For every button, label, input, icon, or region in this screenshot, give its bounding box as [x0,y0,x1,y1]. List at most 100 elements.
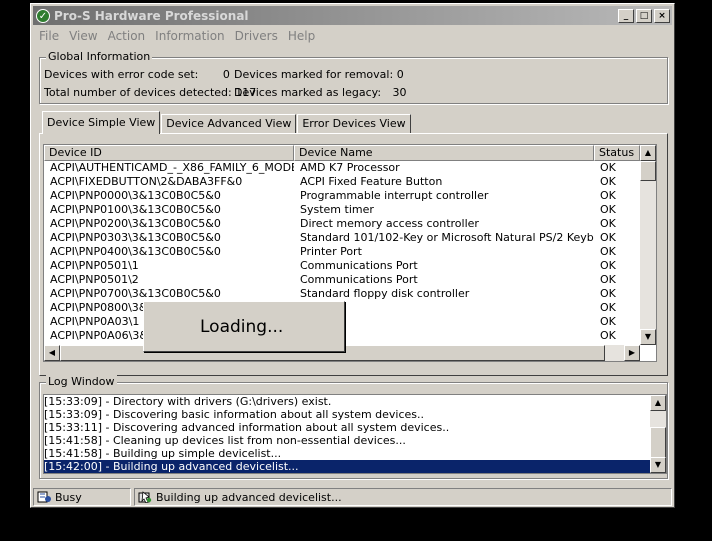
device-id-cell: ACPI\PNP0400\3&13C0B0C5&0 [50,245,221,258]
device-id-cell: ACPI\PNP0200\3&13C0B0C5&0 [50,217,221,230]
maximize-button[interactable]: □ [636,8,652,23]
error-count-label: Devices with error code set: [44,68,199,81]
device-name-cell: Standard 101/102-Key or Microsoft Natura… [300,231,594,244]
device-id-cell: ACPI\PNP0501\2 [50,273,139,286]
scroll-right-arrow-icon[interactable]: ▶ [624,345,640,361]
log-scroll-down-arrow-icon[interactable]: ▼ [650,457,666,473]
device-grid[interactable]: Device ID Device Name Status ACPI\AUTHEN… [43,144,657,362]
total-count-label: Total number of devices detected: [44,86,232,99]
status-cell: OK [600,217,616,230]
removal-count-row: Devices marked for removal: 0 [234,68,404,81]
log-vscroll-thumb[interactable] [650,427,666,459]
app-check-icon: ✓ [36,8,50,23]
legacy-count-label: Devices marked as legacy: [234,86,382,99]
removal-count-label: Devices marked for removal: [234,68,394,81]
menu-file[interactable]: File [35,27,65,45]
table-row[interactable]: ACPI\PNP0303\3&13C0B0C5&0 Standard 101/10… [44,231,656,245]
menu-view[interactable]: View [65,27,103,45]
global-info-group: Global Information Devices with error co… [39,50,668,104]
log-list[interactable]: [15:33:09] - Directory with drivers (G:\… [43,394,667,474]
log-line[interactable]: [15:42:00] - Building up advanced device… [44,460,652,473]
grid-vertical-scrollbar[interactable]: ▲ ▼ [640,145,656,345]
column-device-id[interactable]: Device ID [44,145,294,161]
status-cell: OK [600,329,616,342]
view-tabs: Device Simple View Device Advanced View … [42,111,412,134]
table-row[interactable]: ACPI\PNP0501\2 Communications Port OK [44,273,656,287]
menu-drivers[interactable]: Drivers [231,27,284,45]
device-id-cell: ACPI\PNP0100\3&13C0B0C5&0 [50,203,221,216]
global-info-title: Global Information [46,50,153,63]
device-id-cell: ACPI\PNP0303\3&13C0B0C5&0 [50,231,221,244]
scroll-up-arrow-icon[interactable]: ▲ [640,145,656,161]
loading-dialog: Loading... [143,301,345,352]
status-cell: OK [600,203,616,216]
device-name-cell: Communications Port [300,273,418,286]
tab-device-simple-view[interactable]: Device Simple View [42,111,161,134]
table-row[interactable]: ACPI\PNP0000\3&13C0B0C5&0 Programmable in… [44,189,656,203]
status-message-panel: Building up advanced devicelist... [134,488,672,506]
column-status[interactable]: Status [594,145,640,161]
grid-vscroll-thumb[interactable] [640,161,656,181]
tab-device-advanced-view[interactable]: Device Advanced View [161,114,297,134]
status-message-text: Building up advanced devicelist... [156,490,342,504]
table-row[interactable]: ACPI\PNP0700\3&13C0B0C5&0 Standard floppy… [44,287,656,301]
tab-error-devices-view[interactable]: Error Devices View [297,114,411,134]
status-bar: Busy Building up advanced devicelist... [33,488,672,506]
table-row[interactable]: ACPI\PNP0400\3&13C0B0C5&0 Printer Port OK [44,245,656,259]
table-row[interactable]: ACPI\PNP0501\1 Communications Port OK [44,259,656,273]
device-id-cell: ACPI\FIXEDBUTTON\2&DABA3FF&0 [50,175,243,188]
legacy-count-value: 30 [392,86,407,99]
log-scroll-up-arrow-icon[interactable]: ▲ [650,395,666,411]
log-line[interactable]: [15:33:11] - Discovering advanced inform… [44,421,666,434]
device-name-cell: Communications Port [300,259,418,272]
column-device-name[interactable]: Device Name [294,145,594,161]
status-cell: OK [600,189,616,202]
device-name-cell: System timer [300,203,374,216]
window-title: Pro-S Hardware Professional [54,8,249,23]
log-line[interactable]: [15:41:58] - Cleaning up devices list fr… [44,434,666,447]
status-cell: OK [600,175,616,188]
app-window: ✓ Pro-S Hardware Professional _ □ × File… [30,3,675,508]
device-id-cell: ACPI\PNP0000\3&13C0B0C5&0 [50,189,221,202]
total-count-row: Total number of devices detected: 117 [44,86,256,99]
scroll-left-arrow-icon[interactable]: ◀ [44,345,60,361]
log-line[interactable]: [15:41:58] - Building up simple deviceli… [44,447,666,460]
title-bar[interactable]: ✓ Pro-S Hardware Professional _ □ × [33,6,672,25]
table-row[interactable]: ACPI\PNP0200\3&13C0B0C5&0 Direct memory a… [44,217,656,231]
table-row[interactable]: ACPI\PNP0A06\3&d IO BusOK [44,329,656,343]
status-cell: OK [600,161,616,174]
log-body: [15:33:09] - Directory with drivers (G:\… [44,395,666,473]
device-name-cell: Direct memory access controller [300,217,479,230]
status-cell: OK [600,259,616,272]
grid-body: ACPI\AUTHENTICAMD_-_X86_FAMILY_6_MODE...… [44,161,656,343]
status-cell: OK [600,231,616,244]
menu-help[interactable]: Help [284,27,321,45]
table-row[interactable]: ACPI\AUTHENTICAMD_-_X86_FAMILY_6_MODE...… [44,161,656,175]
device-name-cell: ACPI Fixed Feature Button [300,175,443,188]
status-cell: OK [600,315,616,328]
log-vertical-scrollbar[interactable]: ▲ ▼ [650,395,666,473]
minimize-button[interactable]: _ [618,8,634,23]
menu-information[interactable]: Information [151,27,230,45]
status-state-text: Busy [55,490,82,504]
status-state-panel: Busy [33,488,131,506]
loading-text: Loading... [200,316,284,337]
table-row[interactable]: ACPI\PNP0A03\1 OK [44,315,656,329]
close-button[interactable]: × [654,8,670,23]
device-name-cell: AMD K7 Processor [300,161,400,174]
table-row[interactable]: ACPI\PNP0100\3&13C0B0C5&0 System timer OK [44,203,656,217]
scroll-down-arrow-icon[interactable]: ▼ [640,329,656,345]
log-window-title: Log Window [46,375,117,388]
menu-bar: File View Action Information Drivers Hel… [35,27,321,45]
device-id-cell: ACPI\PNP0501\1 [50,259,139,272]
log-line[interactable]: [15:33:09] - Directory with drivers (G:\… [44,395,666,408]
status-cell: OK [600,301,616,314]
log-line[interactable]: [15:33:09] - Discovering basic informati… [44,408,666,421]
table-row[interactable]: ACPI\PNP0800\3&1peakerOK [44,301,656,315]
table-row[interactable]: ACPI\FIXEDBUTTON\2&DABA3FF&0 ACPI Fixed F… [44,175,656,189]
legacy-count-row: Devices marked as legacy: 30 [234,86,407,99]
menu-action[interactable]: Action [104,27,152,45]
status-cell: OK [600,273,616,286]
error-count-value: 0 [222,68,230,81]
device-name-cell: Standard floppy disk controller [300,287,470,300]
